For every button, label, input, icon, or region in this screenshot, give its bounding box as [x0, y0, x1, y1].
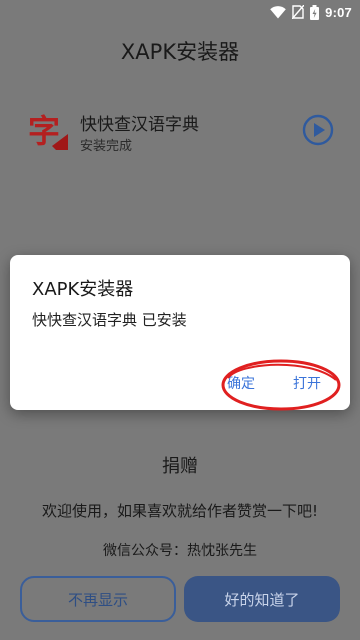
- install-status: 安装完成: [80, 139, 133, 154]
- play-icon[interactable]: [302, 114, 334, 146]
- status-bar: 9:07: [0, 0, 360, 24]
- app-name: 快快查汉语字典: [80, 115, 199, 135]
- annotation-ellipse: [221, 359, 341, 411]
- dont-show-again-button[interactable]: 不再显示: [20, 576, 176, 622]
- app-title: XAPK安装器: [120, 40, 240, 64]
- sim-icon: [292, 5, 305, 19]
- got-it-button[interactable]: 好的知道了: [184, 576, 340, 622]
- wechat-account-text: 微信公众号：热忱张先生: [103, 543, 257, 559]
- status-time: 9:07: [325, 4, 352, 20]
- wifi-icon: [270, 5, 286, 19]
- dialog-message: 快快查汉语字典 已安装: [32, 311, 187, 329]
- donate-title: 捐赠: [162, 456, 198, 477]
- dictionary-app-icon: 字: [26, 110, 70, 154]
- dialog-title: XAPK安装器: [32, 279, 134, 300]
- battery-icon: [310, 4, 320, 20]
- installed-app-row[interactable]: 字 快快查汉语字典 安装完成: [18, 104, 342, 160]
- donate-text: 欢迎使用，如果喜欢就给作者赞赏一下吧!: [41, 502, 318, 520]
